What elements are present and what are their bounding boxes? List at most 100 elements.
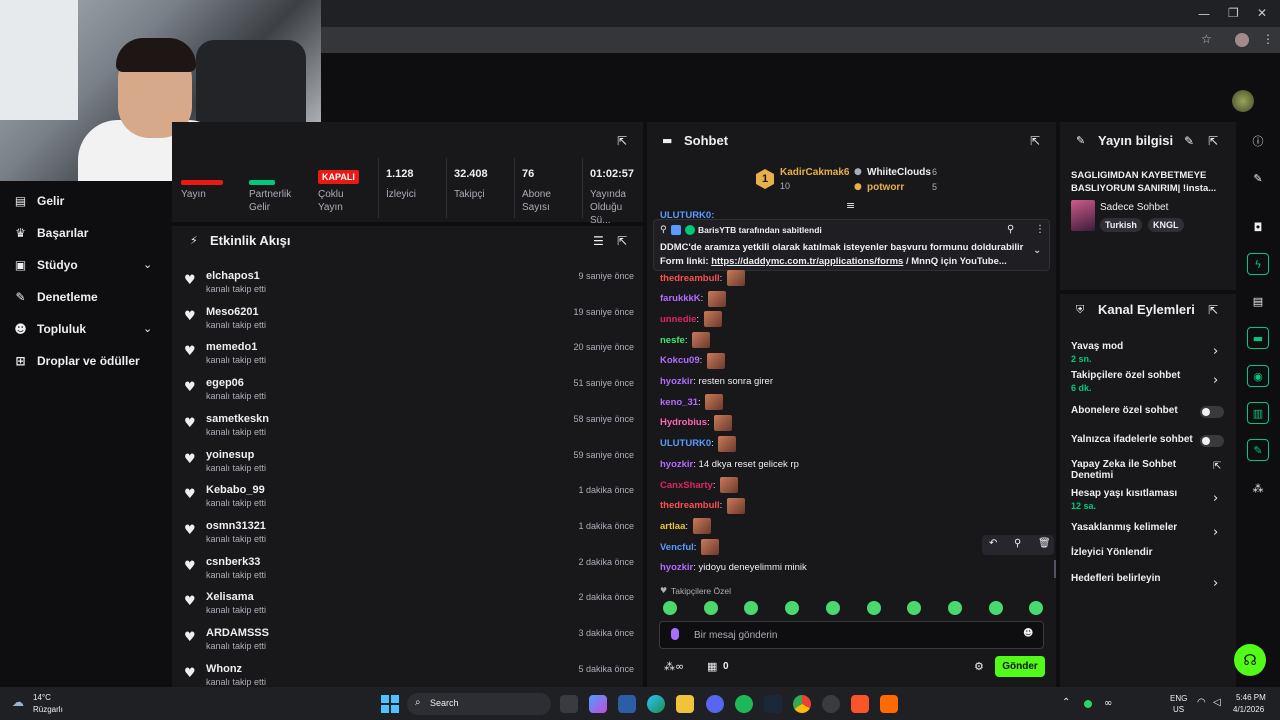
emote-image[interactable]: [705, 394, 724, 411]
tray-icon[interactable]: ∞: [1104, 698, 1112, 709]
send-button[interactable]: Gönder: [995, 656, 1045, 677]
chat-username[interactable]: thedreambull: [660, 273, 720, 284]
chat-username[interactable]: keno_31: [660, 397, 698, 408]
emote-image[interactable]: [726, 270, 745, 286]
emote-icon[interactable]: [947, 601, 962, 615]
emote-image[interactable]: [692, 518, 711, 535]
activity-row[interactable]: ♥ osmn31321 kanalı takip etti 1 dakika önce: [184, 520, 634, 550]
profile-avatar[interactable]: [1235, 33, 1249, 47]
leaderboard-name[interactable]: KadirCakmak6: [780, 167, 849, 178]
chat-username[interactable]: nesfe: [660, 335, 685, 346]
emote-image[interactable]: [692, 332, 711, 349]
emote-icon[interactable]: [785, 601, 800, 615]
activity-username[interactable]: Meso6201: [206, 306, 259, 318]
chat-username[interactable]: hyozkir: [660, 376, 693, 387]
activity-row[interactable]: ♥ sametkeskn kanalı takip etti 58 saniye ön…: [184, 413, 634, 443]
clock-time[interactable]: 5:46 PM: [1236, 693, 1266, 702]
activity-username[interactable]: Xelisama: [206, 591, 254, 603]
support-headset-icon[interactable]: ☊: [1234, 644, 1266, 676]
sidebar-item-droplar[interactable]: ⊞ Droplar ve ödüller: [14, 351, 139, 371]
chat-username[interactable]: unnedie: [660, 314, 696, 325]
category-thumbnail[interactable]: [1071, 200, 1095, 231]
activity-row[interactable]: ♥ csnberk33 kanalı takip etti 2 dakika önce: [184, 556, 634, 586]
chat-username[interactable]: ULUTURK0: [660, 438, 711, 449]
chat-username[interactable]: hyozkir: [660, 562, 693, 573]
emote-image[interactable]: [714, 414, 733, 431]
chat-message[interactable]: farukkkK:: [660, 290, 726, 308]
activity-row[interactable]: ♥ memedo1 kanalı takip etti 20 saniye önce: [184, 341, 634, 371]
channel-action-item[interactable]: Hesap yaşı kısıtlaması 12 sa.: [1071, 488, 1227, 511]
emote-icon[interactable]: [663, 601, 677, 615]
task-view-icon[interactable]: [560, 695, 578, 713]
camera-icon[interactable]: ◘: [1247, 216, 1269, 238]
weather-icon[interactable]: ☁: [12, 695, 24, 709]
chat-message[interactable]: CanxSharty:: [660, 476, 739, 494]
chat-message[interactable]: unnedie:: [660, 310, 722, 328]
channel-action-item[interactable]: Hedefleri belirleyin: [1071, 573, 1227, 584]
activity-username[interactable]: sametkeskn: [206, 413, 269, 425]
popout-icon[interactable]: ⇱: [617, 234, 627, 248]
channel-action-item[interactable]: İzleyici Yönlendir: [1071, 547, 1227, 558]
document-icon[interactable]: ▤: [1247, 290, 1269, 312]
activity-username[interactable]: ARDAMSSS: [206, 627, 269, 639]
clock-date[interactable]: 4/1/2026: [1233, 705, 1264, 714]
chevron-down-icon[interactable]: ≡: [846, 199, 855, 212]
wrench-icon[interactable]: ✎: [1247, 439, 1269, 461]
chat-message[interactable]: Hydrobius:: [660, 414, 733, 432]
chat-username[interactable]: farukkkK: [660, 293, 701, 304]
chat-username[interactable]: CanxSharty: [660, 480, 713, 491]
taskbar-search[interactable]: [407, 693, 551, 715]
chat-message[interactable]: hyozkir: 14 dkya reset gelicek rp: [660, 455, 799, 473]
edge-icon[interactable]: [647, 695, 665, 713]
language-indicator[interactable]: ENG: [1170, 694, 1187, 703]
emote-image[interactable]: [706, 352, 725, 369]
chat-message[interactable]: nesfe:: [660, 331, 711, 349]
chevron-down-icon[interactable]: ⌄: [1033, 245, 1041, 256]
chat-message[interactable]: hyozkir: yidoyu deneyelimmi minik: [660, 559, 807, 577]
close-icon[interactable]: ✕: [1257, 6, 1267, 20]
store-icon[interactable]: ▦: [707, 660, 717, 673]
broadcast-icon[interactable]: ◉: [1247, 365, 1269, 387]
chat-message[interactable]: thedreambull:: [660, 497, 745, 515]
activity-row[interactable]: ♥ Xelisama kanalı takip etti 2 dakika önce: [184, 591, 634, 621]
channel-action-item[interactable]: Yavaş mod 2 sn.: [1071, 341, 1227, 364]
steam-icon[interactable]: [764, 695, 782, 713]
emote-image[interactable]: [726, 497, 745, 514]
activity-row[interactable]: ♥ Meso6201 kanalı takip etti 19 saniye önce: [184, 306, 634, 336]
community-icon[interactable]: ⁂: [1247, 477, 1269, 499]
minimize-icon[interactable]: —: [1198, 7, 1210, 21]
activity-row[interactable]: ♥ egep06 kanalı takip etti 51 saniye önce: [184, 377, 634, 407]
tray-icon[interactable]: [1084, 700, 1092, 708]
sidebar-item-denetleme[interactable]: ✎ Denetleme: [14, 287, 97, 307]
edit-pencil-icon[interactable]: ✎: [1184, 134, 1194, 148]
app-icon[interactable]: [880, 695, 898, 713]
sidebar-item-gelir[interactable]: ▤ Gelir: [14, 191, 65, 211]
chat-message[interactable]: Vencful:: [660, 538, 720, 556]
chevron-right-icon[interactable]: ›: [1213, 576, 1218, 591]
region-indicator[interactable]: US: [1173, 705, 1184, 714]
tag[interactable]: Turkish: [1100, 218, 1142, 232]
chat-username[interactable]: artlaa: [660, 521, 685, 532]
emote-image[interactable]: [720, 477, 739, 493]
edit-pencil-icon[interactable]: ✎: [1247, 167, 1269, 189]
activity-username[interactable]: osmn31321: [206, 520, 266, 532]
sidebar-item-studyo[interactable]: ▣ Stüdyo: [14, 255, 78, 275]
activity-username[interactable]: egep06: [206, 377, 244, 389]
pin-icon[interactable]: ⚲: [1014, 538, 1021, 549]
points-icon[interactable]: ⁂∞: [664, 660, 684, 673]
lightning-icon[interactable]: ϟ: [1247, 253, 1269, 275]
copilot-icon[interactable]: [589, 695, 607, 713]
microphone-icon[interactable]: [671, 628, 679, 640]
emote-icon[interactable]: [866, 601, 881, 615]
bookmark-star-icon[interactable]: ☆: [1201, 32, 1212, 46]
activity-username[interactable]: elchapos1: [206, 270, 260, 282]
chat-username[interactable]: thedreambull: [660, 500, 720, 511]
popout-icon[interactable]: ⇱: [617, 134, 627, 148]
external-link-icon[interactable]: ⇱: [1213, 461, 1221, 472]
chat-scrollbar[interactable]: [1054, 560, 1056, 578]
spotify-icon[interactable]: [735, 695, 753, 713]
chevron-right-icon[interactable]: ›: [1213, 491, 1218, 506]
emote-image[interactable]: [718, 435, 737, 452]
chat-message[interactable]: artlaa:: [660, 517, 711, 535]
leaderboard-name[interactable]: WhiiteClouds: [867, 167, 931, 178]
